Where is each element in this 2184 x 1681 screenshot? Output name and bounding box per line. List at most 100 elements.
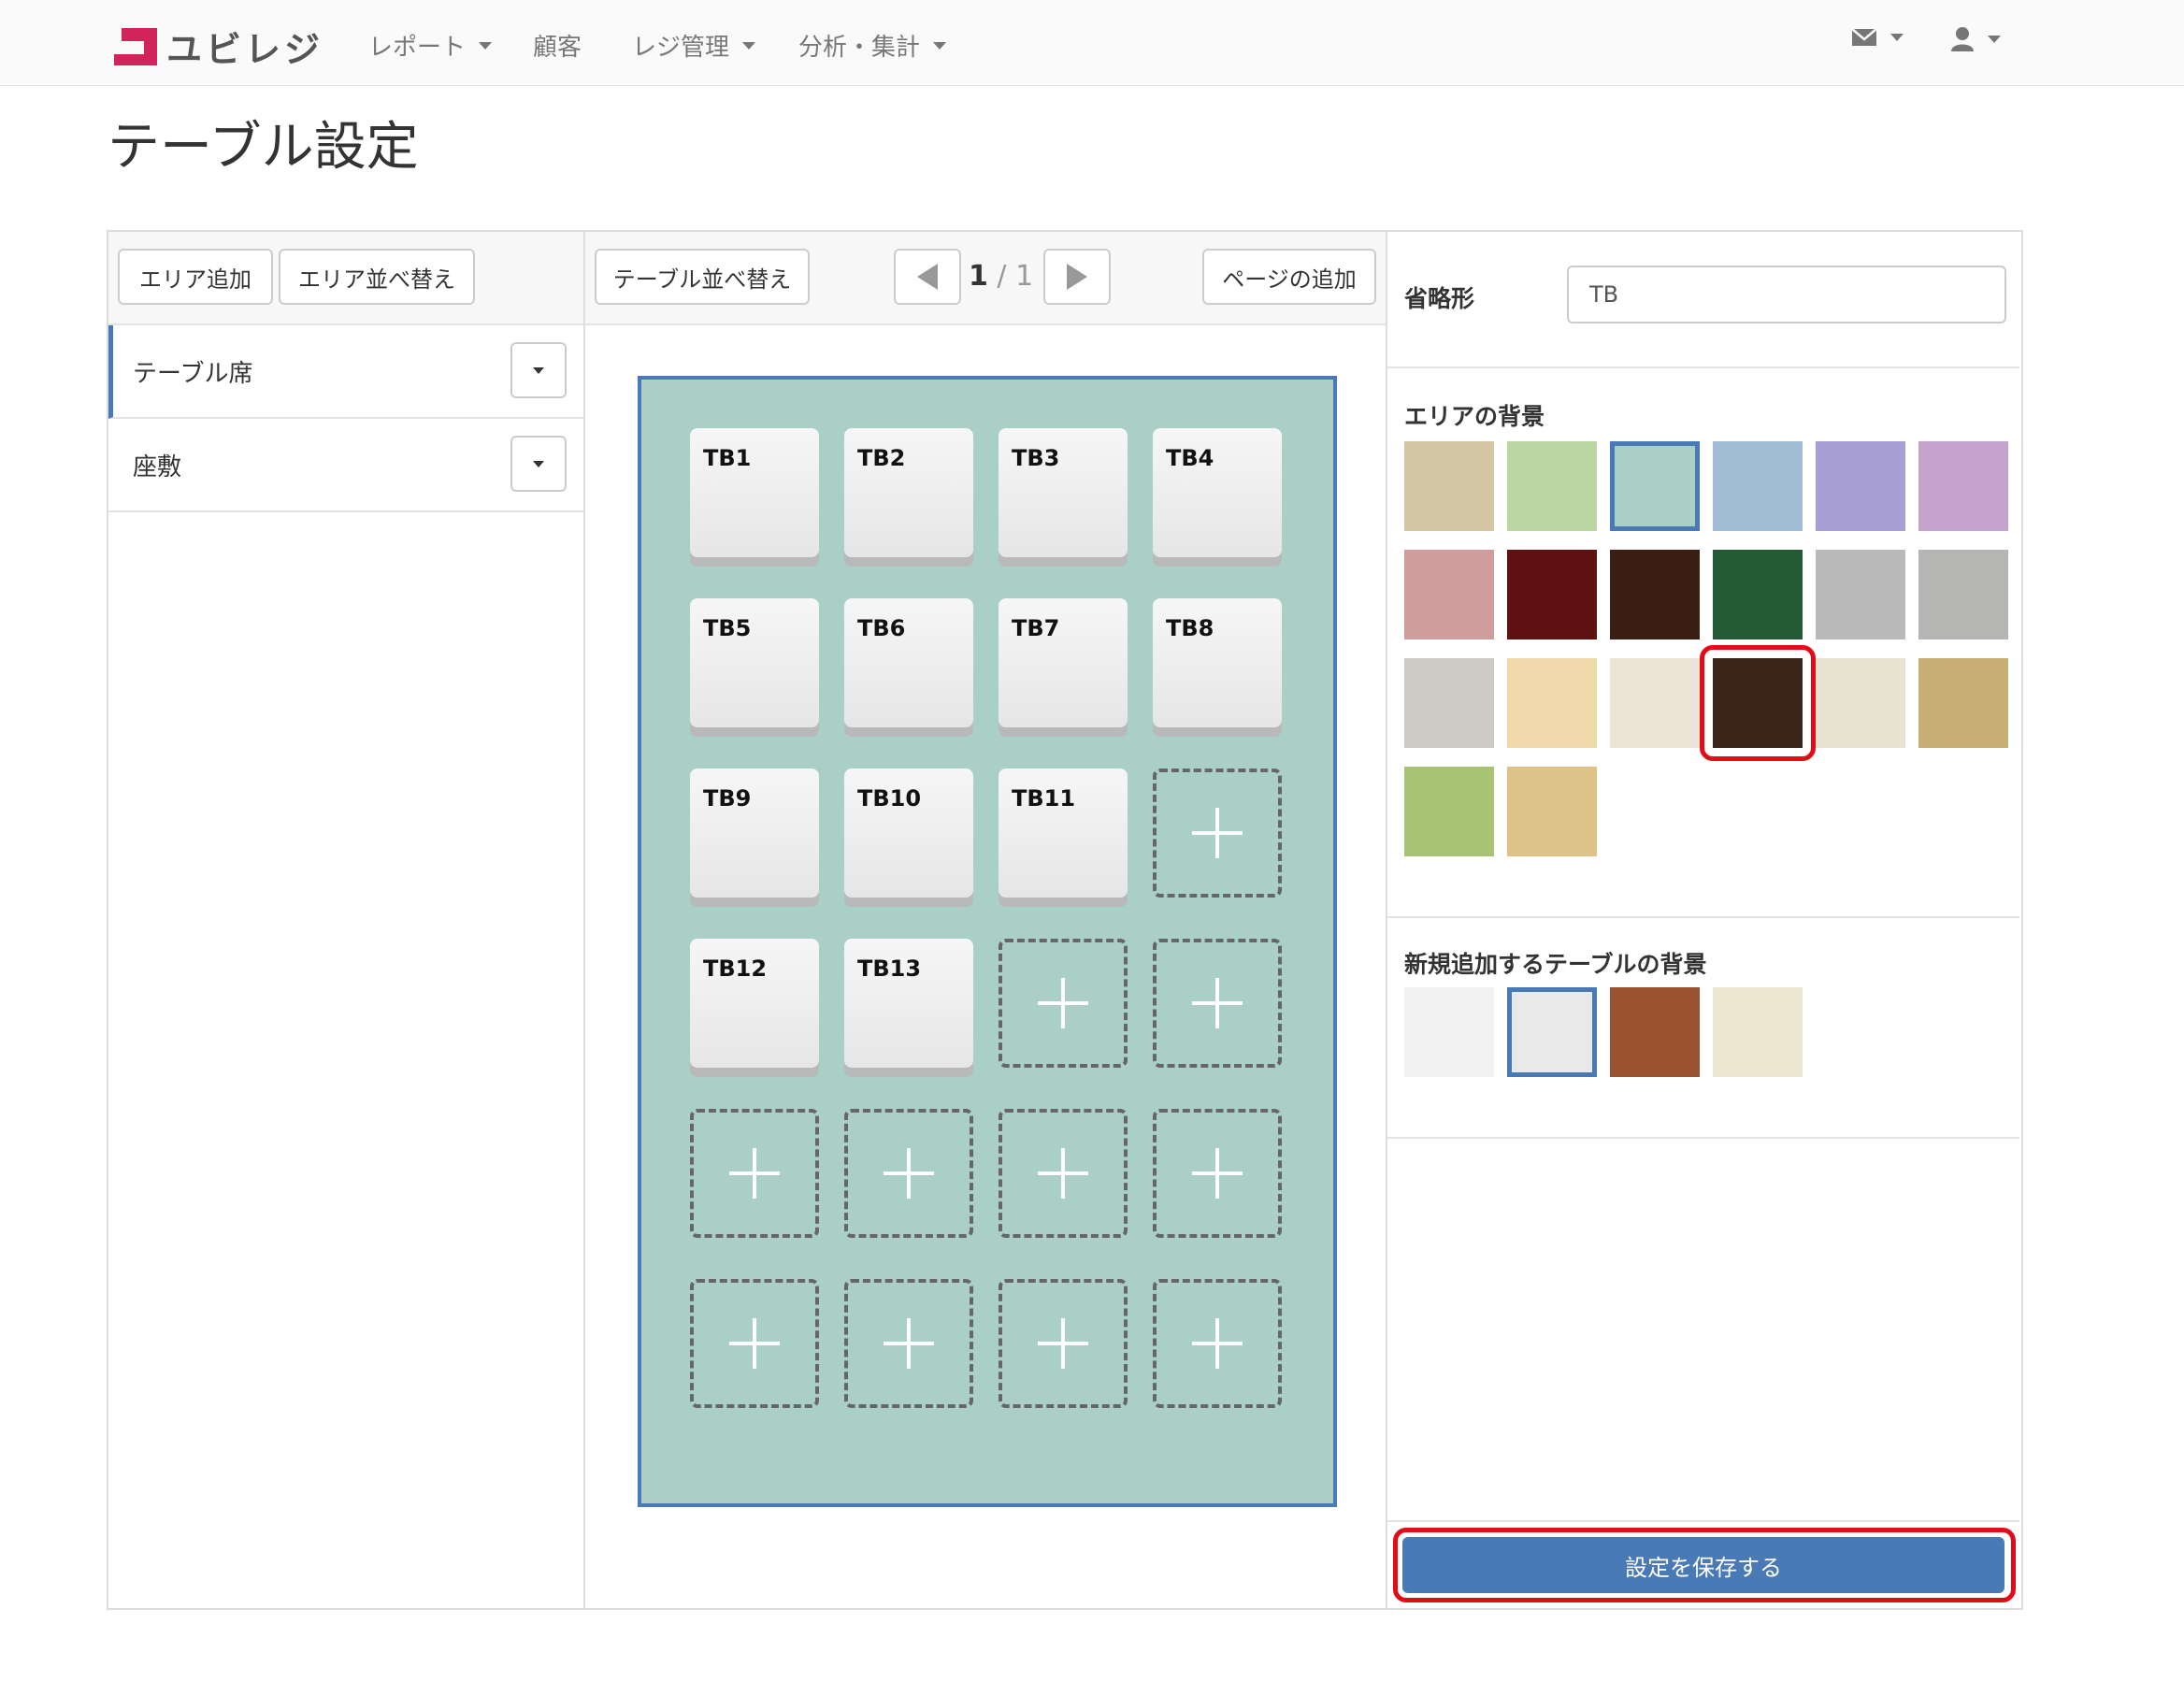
table-tile[interactable]: TB1: [690, 428, 819, 557]
add-table-slot[interactable]: [999, 1109, 1128, 1238]
table-label: TB2: [857, 445, 906, 471]
area-menu-button[interactable]: [510, 342, 567, 398]
area-bg-swatch[interactable]: [1507, 767, 1597, 856]
area-item-zashiki[interactable]: 座敷: [108, 419, 583, 512]
area-bg-swatch[interactable]: [1404, 658, 1494, 748]
sort-area-button[interactable]: エリア並べ替え: [279, 249, 475, 305]
page-total: 1: [1015, 260, 1034, 293]
table-label: TB13: [857, 955, 922, 982]
plus-icon: [1192, 808, 1243, 858]
caret-down-icon: [533, 460, 544, 467]
table-tile[interactable]: TB12: [690, 939, 819, 1068]
nav-analytics[interactable]: 分析・集計: [798, 28, 947, 63]
area-bg-swatch[interactable]: [1507, 658, 1597, 748]
area-bg-swatch[interactable]: [1610, 658, 1700, 748]
table-label: TB12: [703, 955, 768, 982]
nav-report-label: レポート: [368, 34, 467, 62]
table-bg-swatch[interactable]: [1507, 987, 1597, 1077]
area-bg-section: エリアの背景: [1387, 368, 2019, 918]
sort-tables-button[interactable]: テーブル並べ替え: [595, 249, 810, 305]
add-area-button[interactable]: エリア追加: [118, 249, 273, 305]
area-bg-swatch[interactable]: [1816, 658, 1905, 748]
add-table-slot[interactable]: [1153, 939, 1282, 1068]
area-bg-label: エリアの背景: [1404, 403, 1545, 430]
area-bg-swatch[interactable]: [1816, 550, 1905, 639]
area-bg-swatch[interactable]: [1610, 441, 1700, 531]
abbrev-label: 省略形: [1404, 285, 1475, 312]
area-bg-swatch[interactable]: [1404, 767, 1494, 856]
area-column: エリア追加 エリア並べ替え テーブル席 座敷: [108, 232, 585, 1608]
table-bg-swatch[interactable]: [1404, 987, 1494, 1077]
plus-icon: [884, 1318, 934, 1369]
area-item-table-seats[interactable]: テーブル席: [108, 325, 583, 419]
area-bg-swatch[interactable]: [1610, 550, 1700, 639]
chevron-down-icon: [479, 41, 493, 50]
area-bg-swatch[interactable]: [1713, 550, 1803, 639]
table-label: TB3: [1012, 445, 1060, 471]
nav-analytics-label: 分析・集計: [798, 34, 921, 62]
triangle-right-icon: [1067, 264, 1087, 290]
table-tile[interactable]: TB7: [999, 598, 1128, 727]
plus-icon: [729, 1148, 780, 1199]
nav-report[interactable]: レポート: [368, 28, 493, 63]
prev-page-button[interactable]: [894, 249, 961, 305]
nav-register[interactable]: レジ管理: [632, 28, 756, 63]
table-tile[interactable]: TB4: [1153, 428, 1282, 557]
table-bg-swatch[interactable]: [1610, 987, 1700, 1077]
add-table-slot[interactable]: [844, 1109, 973, 1238]
area-bg-swatch[interactable]: [1918, 658, 2008, 748]
table-tile[interactable]: TB10: [844, 769, 973, 898]
plus-icon: [884, 1148, 934, 1199]
chevron-down-icon: [1890, 34, 1904, 41]
table-label: TB8: [1166, 615, 1214, 641]
table-label: TB10: [857, 785, 922, 812]
area-bg-swatch[interactable]: [1713, 441, 1803, 531]
table-tile[interactable]: TB8: [1153, 598, 1282, 727]
area-item-label: 座敷: [133, 453, 182, 481]
area-bg-swatch[interactable]: [1404, 441, 1494, 531]
logo-mark-icon: [114, 27, 157, 65]
table-tile[interactable]: TB3: [999, 428, 1128, 557]
area-bg-swatch[interactable]: [1507, 441, 1597, 531]
table-tile[interactable]: TB13: [844, 939, 973, 1068]
layout-column: テーブル並べ替え 1 / 1 ページの追加 TB1 TB2 TB3 TB4 TB5 TB6…: [585, 232, 1387, 1608]
plus-icon: [1192, 1318, 1243, 1369]
area-bg-swatch[interactable]: [1507, 550, 1597, 639]
add-table-slot[interactable]: [999, 939, 1128, 1068]
add-table-slot[interactable]: [1153, 769, 1282, 898]
table-tile[interactable]: TB6: [844, 598, 973, 727]
area-menu-button[interactable]: [510, 436, 567, 492]
area-item-label: テーブル席: [133, 359, 253, 388]
add-table-slot[interactable]: [999, 1279, 1128, 1408]
area-bg-swatch[interactable]: [1918, 550, 2008, 639]
table-tile[interactable]: TB5: [690, 598, 819, 727]
user-menu[interactable]: [1950, 26, 2001, 52]
add-table-slot[interactable]: [690, 1279, 819, 1408]
table-bg-swatch[interactable]: [1713, 987, 1803, 1077]
add-table-slot[interactable]: [1153, 1109, 1282, 1238]
properties-column: 省略形 TB エリアの背景 新規追加するテーブルの背景 設定を保存する: [1387, 232, 2021, 1608]
area-bg-swatch[interactable]: [1404, 550, 1494, 639]
add-page-button[interactable]: ページの追加: [1202, 249, 1376, 305]
table-tile[interactable]: TB11: [999, 769, 1128, 898]
area-bg-swatch[interactable]: [1918, 441, 2008, 531]
add-table-slot[interactable]: [1153, 1279, 1282, 1408]
abbrev-input[interactable]: TB: [1567, 266, 2006, 323]
app-logo[interactable]: ユビレジ: [114, 21, 323, 72]
add-table-slot[interactable]: [844, 1279, 973, 1408]
table-label: TB5: [703, 615, 752, 641]
mail-menu[interactable]: [1851, 28, 1904, 47]
table-bg-label: 新規追加するテーブルの背景: [1404, 951, 1707, 978]
table-label: TB7: [1012, 615, 1060, 641]
logo-text: ユビレジ: [166, 29, 324, 70]
next-page-button[interactable]: [1043, 249, 1111, 305]
table-layout-canvas: TB1 TB2 TB3 TB4 TB5 TB6 TB7 TB8 TB9 TB10 TB11 TB12 T…: [638, 376, 1337, 1507]
table-tile[interactable]: TB2: [844, 428, 973, 557]
nav-customers[interactable]: 顧客: [533, 28, 582, 63]
save-settings-button[interactable]: 設定を保存する: [1402, 1537, 2004, 1593]
table-tile[interactable]: TB9: [690, 769, 819, 898]
add-table-slot[interactable]: [690, 1109, 819, 1238]
area-bg-swatch[interactable]: [1816, 441, 1905, 531]
table-label: TB6: [857, 615, 906, 641]
plus-icon: [729, 1318, 780, 1369]
